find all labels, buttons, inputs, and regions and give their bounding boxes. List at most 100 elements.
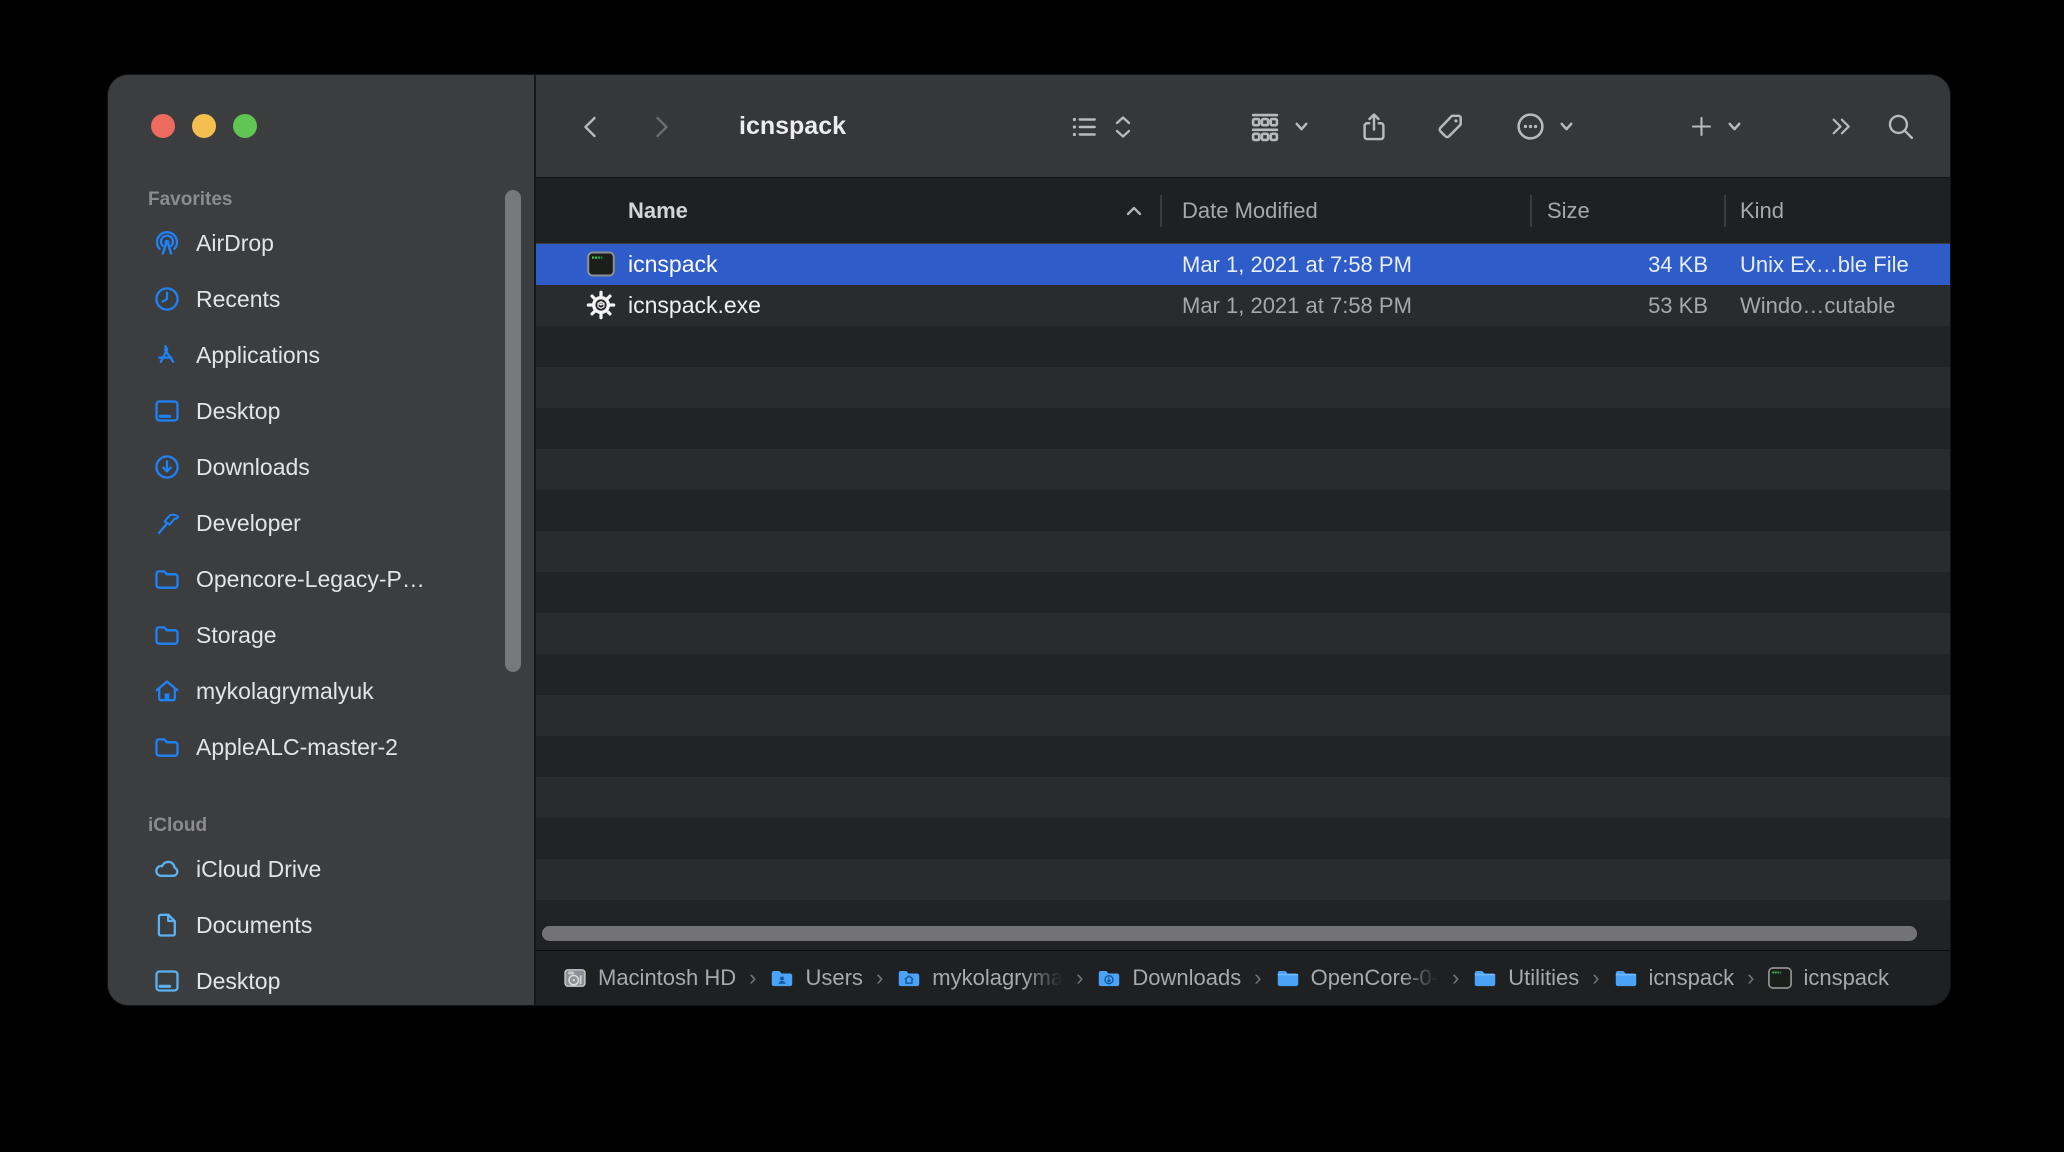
sidebar-item-label: Opencore-Legacy-P… (196, 565, 425, 592)
sidebar-item-label: Recents (196, 285, 281, 312)
window-title: icnspack (739, 112, 847, 140)
sidebar-scrollbar[interactable] (505, 190, 521, 672)
horizontal-scrollbar[interactable] (542, 926, 1917, 941)
close-button[interactable] (151, 114, 175, 138)
sidebar-item-opencore-legacy-p[interactable]: Opencore-Legacy-P… (108, 551, 534, 607)
hammer-icon (152, 508, 182, 538)
file-kind: Windo…cutable (1740, 293, 1896, 318)
folder-filled-icon (1472, 965, 1498, 991)
sidebar-item-label: Downloads (196, 453, 310, 480)
share-button[interactable] (1358, 75, 1390, 178)
path-crumb-macintosh-hd[interactable]: Macintosh HD (562, 965, 736, 991)
chevron-down-icon (1726, 118, 1743, 135)
column-header-name[interactable]: Name (628, 178, 688, 244)
sidebar-section-favorites: Favorites AirDrop Recents Applications Deskt… (108, 185, 534, 775)
sidebar-item-label: AirDrop (196, 229, 274, 256)
sidebar-item-desktop[interactable]: Desktop (108, 383, 534, 439)
sidebar-item-airdrop[interactable]: AirDrop (108, 215, 534, 271)
folder-download-icon (1096, 965, 1122, 991)
folder-filled-icon (1275, 965, 1301, 991)
path-separator: › (875, 965, 884, 990)
file-row-icnspack[interactable]: icnspack Mar 1, 2021 at 7:58 PM 34 KB Unix … (536, 244, 1950, 285)
list-header: Name Date Modified Size Kind (536, 178, 1950, 244)
content-area: icnspack Name Date Modified Size Kind ic… (534, 75, 1950, 1005)
column-header-size[interactable]: Size (1547, 178, 1590, 244)
path-crumb-label: icnspack (1648, 965, 1735, 990)
column-divider[interactable] (1160, 195, 1162, 227)
sidebar-sections: Favorites AirDrop Recents Applications Deskt… (108, 185, 534, 1005)
path-crumb-icnspack[interactable]: icnspack (1767, 965, 1889, 991)
sidebar-item-developer[interactable]: Developer (108, 495, 534, 551)
group-button[interactable] (1248, 75, 1310, 178)
search-button[interactable] (1885, 75, 1916, 178)
file-row-icnspack-exe[interactable]: icnspack.exe Mar 1, 2021 at 7:58 PM 53 KB W… (536, 285, 1950, 326)
terminal-file-icon (586, 249, 616, 279)
chevron-down-icon (1558, 118, 1575, 135)
desktop-icon (152, 396, 182, 426)
search-icon (1885, 111, 1916, 142)
sidebar-item-label: Developer (196, 509, 301, 536)
column-header-date-modified[interactable]: Date Modified (1182, 178, 1318, 244)
sidebar-section-header: iCloud (148, 815, 208, 836)
desktop-icon (152, 966, 182, 996)
sidebar-item-desktop[interactable]: Desktop (108, 953, 534, 1005)
appstore-icon (152, 340, 182, 370)
folder-users-icon (769, 965, 795, 991)
path-crumb-label: Utilities (1508, 965, 1580, 990)
path-crumb-mykolagryma[interactable]: mykolagryma (896, 965, 1063, 991)
sidebar-item-icloud-drive[interactable]: iCloud Drive (108, 841, 534, 897)
overflow-button[interactable] (1826, 75, 1855, 178)
view-options-button[interactable] (1068, 75, 1135, 178)
column-divider[interactable] (1724, 195, 1726, 227)
sidebar-item-mykolagrymalyuk[interactable]: mykolagrymalyuk (108, 663, 534, 719)
path-crumb-label: Macintosh HD (598, 965, 737, 990)
airdrop-icon (152, 228, 182, 258)
column-divider[interactable] (1530, 195, 1532, 227)
minimize-button[interactable] (192, 114, 216, 138)
path-crumb-icnspack[interactable]: icnspack (1613, 965, 1735, 991)
list-view-icon (1068, 111, 1100, 143)
sidebar-item-storage[interactable]: Storage (108, 607, 534, 663)
folder-icon (152, 732, 182, 762)
sidebar-item-downloads[interactable]: Downloads (108, 439, 534, 495)
file-date-modified: Mar 1, 2021 at 7:58 PM (1182, 293, 1412, 318)
file-list: icnspack Mar 1, 2021 at 7:58 PM 34 KB Unix … (536, 244, 1950, 918)
more-actions-button[interactable] (1514, 75, 1575, 178)
path-crumb-utilities[interactable]: Utilities (1472, 965, 1579, 991)
zoom-button[interactable] (233, 114, 257, 138)
sidebar-item-label: Storage (196, 621, 277, 648)
sort-ascending-icon (1121, 198, 1147, 224)
folder-filled-icon (1613, 965, 1639, 991)
plus-icon (1688, 113, 1715, 140)
gear-file-icon (586, 290, 616, 320)
forward-button[interactable] (646, 75, 676, 178)
path-crumb-label: mykolagryma (932, 965, 1064, 990)
tags-button[interactable] (1434, 75, 1466, 178)
sidebar-item-label: Applications (196, 341, 321, 368)
file-name: icnspack (628, 251, 718, 277)
back-button[interactable] (576, 75, 606, 178)
chevron-left-icon (576, 112, 606, 142)
path-separator: › (1076, 965, 1084, 990)
file-kind: Unix Ex…ble File (1740, 252, 1909, 277)
sidebar-item-recents[interactable]: Recents (108, 271, 534, 327)
sidebar-item-applications[interactable]: Applications (108, 327, 534, 383)
path-crumb-users[interactable]: Users (769, 965, 863, 991)
file-size: 53 KB (1648, 293, 1708, 318)
file-size: 34 KB (1648, 252, 1708, 277)
new-folder-button[interactable] (1688, 75, 1743, 178)
path-crumb-downloads[interactable]: Downloads (1096, 965, 1241, 991)
terminal-file-icon (1767, 965, 1793, 991)
download-circle-icon (152, 452, 182, 482)
sidebar-item-label: AppleALC-master-2 (196, 733, 398, 760)
sidebar-item-label: Documents (196, 911, 313, 938)
sidebar-item-documents[interactable]: Documents (108, 897, 534, 953)
path-bar: Macintosh HD › Users › mykolagryma › Downloads… (536, 950, 1950, 1005)
chevron-down-icon (1293, 118, 1310, 135)
file-name: icnspack.exe (628, 292, 761, 318)
horizontal-scroll-strip (536, 918, 1950, 950)
column-header-kind[interactable]: Kind (1740, 178, 1784, 244)
double-chevron-icon (1826, 112, 1855, 141)
sidebar-item-applealc-master-2[interactable]: AppleALC-master-2 (108, 719, 534, 775)
path-crumb-opencore-0[interactable]: OpenCore-0- (1275, 965, 1439, 991)
